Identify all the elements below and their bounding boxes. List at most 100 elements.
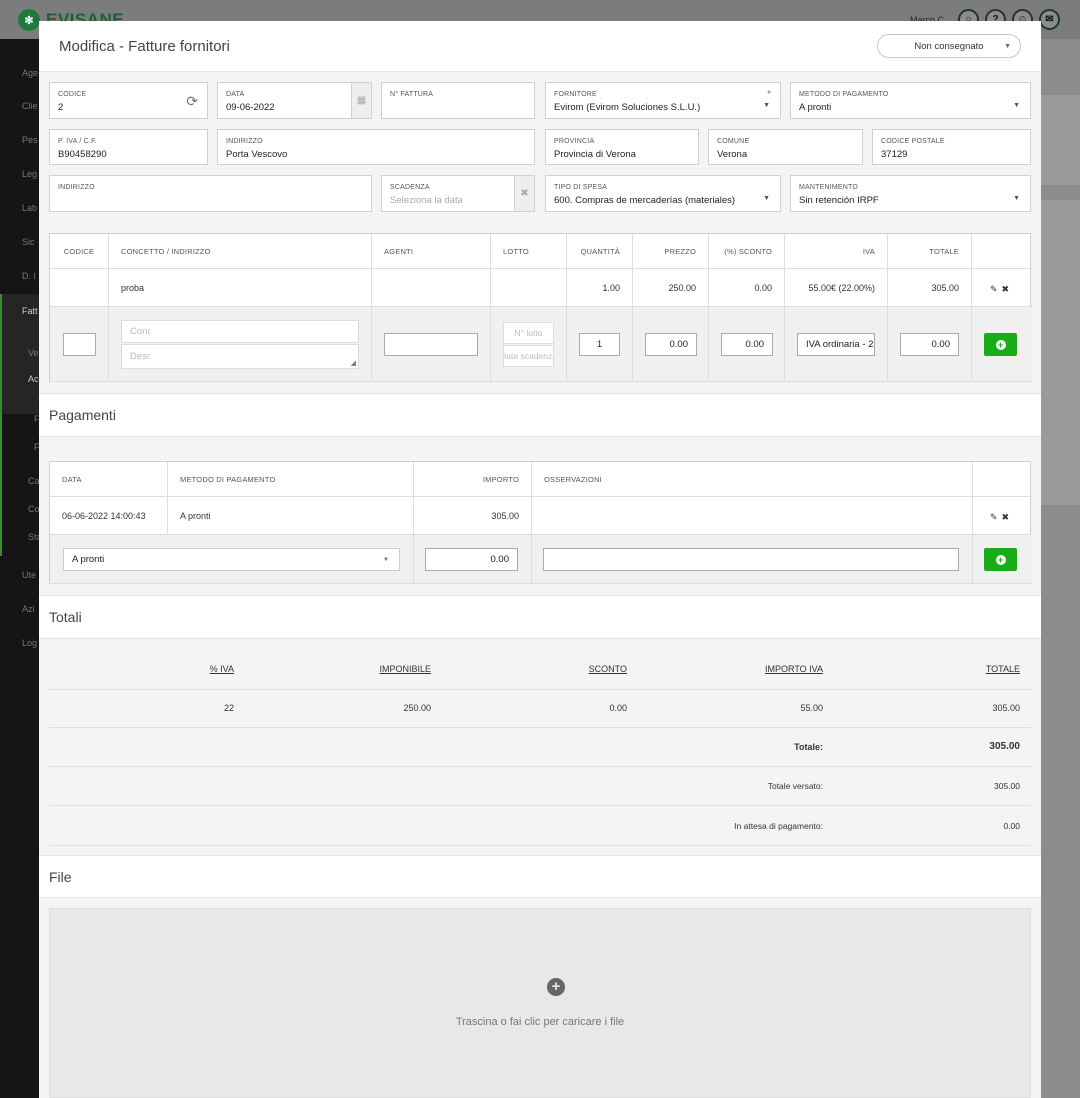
status-select[interactable]: Non consegnato ▼ [877, 34, 1021, 58]
totali-section: Totali [39, 595, 1041, 639]
new-descrizione-input[interactable]: Descrizione◢ [121, 344, 359, 369]
delete-icon[interactable]: ✖ [1002, 284, 1014, 294]
table-cell: 06-06-2022 14:00:43 [50, 497, 168, 535]
totali-table: % IVA IMPONIBILE SCONTO IMPORTO IVA TOTA… [49, 649, 1031, 859]
sidebar-item[interactable]: Clie [22, 101, 39, 111]
table-cell [372, 269, 491, 307]
indirizzo2-field[interactable]: INDIRIZZO [49, 175, 372, 212]
comune-field[interactable]: COMUNE Verona [708, 129, 863, 165]
attesa-row: In attesa di pagamento: 0.00 [49, 806, 1031, 846]
table-cell: 250.00 [633, 269, 709, 307]
file-dropzone[interactable]: + Trascina o fai clic per caricare i fil… [49, 908, 1031, 1098]
sidebar-item[interactable]: Pes [22, 135, 39, 145]
chevron-down-icon: ▼ [1004, 43, 1011, 50]
section-title: Pagamenti [49, 407, 116, 423]
delete-icon[interactable]: ✖ [1002, 512, 1014, 522]
table-row: 22 250.00 0.00 55.00 305.00 [49, 690, 1031, 728]
col-header[interactable]: TOTALE [986, 664, 1020, 674]
new-agenti-input[interactable] [384, 333, 478, 356]
sidebar-item[interactable]: Fatt [22, 306, 39, 316]
new-lotto-input[interactable]: N° lotto [503, 322, 554, 344]
invoice-modal: Modifica - Fatture fornitori Non consegn… [39, 21, 1041, 1098]
file-section: File [39, 855, 1041, 898]
sidebar-item[interactable]: Leg [22, 169, 39, 179]
col-header: METODO DI PAGAMENTO [168, 462, 414, 497]
mantenimento-select[interactable]: MANTENIMENTO Sin retención IRPF ▼ [790, 175, 1031, 212]
new-metodo-select[interactable]: A pronti ▼ [63, 548, 400, 571]
refresh-icon[interactable]: ⟳ [186, 93, 198, 110]
codice-field[interactable]: CODICE 2 ⟳ [49, 82, 208, 119]
table-cell: 1.00 [567, 269, 633, 307]
add-payment-button[interactable]: + [984, 548, 1017, 571]
col-header[interactable]: IMPORTO IVA [765, 664, 823, 674]
table-cell [532, 497, 973, 535]
table-cell: 305.00 [414, 497, 532, 535]
resize-handle-icon[interactable]: ◢ [351, 359, 356, 367]
col-header[interactable]: IMPONIBILE [379, 664, 431, 674]
table-cell: proba [109, 269, 372, 307]
plus-circle-icon: + [995, 339, 1006, 350]
new-sconto-input[interactable]: 0.00 [721, 333, 773, 356]
col-header[interactable]: SCONTO [589, 664, 627, 674]
col-header: CONCETTO / INDIRIZZO [109, 234, 372, 269]
table-cell: 0.00 [709, 269, 785, 307]
col-header: OSSERVAZIONI [532, 462, 973, 497]
sidebar-item[interactable]: Age [22, 68, 39, 78]
new-concetto-input[interactable]: Concetto [121, 320, 359, 343]
new-prezzo-input[interactable]: 0.00 [645, 333, 697, 356]
piva-field[interactable]: P. IVA / C.F. B90458290 [49, 129, 208, 165]
section-title: File [49, 869, 72, 885]
edit-icon[interactable]: ✎ [990, 284, 1002, 294]
cap-field[interactable]: CODICE POSTALE 37129 [872, 129, 1031, 165]
tipo-spesa-select[interactable]: TIPO DI SPESA 600. Compras de mercadería… [545, 175, 781, 212]
sidebar-item[interactable]: Lab [22, 203, 39, 213]
table-cell [50, 269, 109, 307]
totale-value: 305.00 [989, 741, 1020, 752]
new-iva-select[interactable]: IVA ordinaria - 22% [797, 333, 875, 356]
new-osservazioni-input[interactable] [543, 548, 959, 571]
col-header[interactable]: % IVA [210, 664, 234, 674]
edit-icon[interactable]: ✎ [990, 512, 1002, 522]
versato-label: Totale versato: [767, 781, 823, 791]
chat-icon[interactable]: ✉ [1039, 9, 1060, 30]
pagamenti-section: Pagamenti [39, 393, 1041, 437]
nfattura-field[interactable]: N° FATTURA [381, 82, 535, 119]
modal-header: Modifica - Fatture fornitori Non consegn… [39, 21, 1041, 72]
scadenza-field[interactable]: SCADENZA Seleziona la data ✖ [381, 175, 535, 212]
col-header: QUANTITÀ [567, 234, 633, 269]
table-cell: 55.00€ (22.00%) [785, 269, 888, 307]
versato-row: Totale versato: 305.00 [49, 767, 1031, 806]
section-title: Totali [49, 609, 82, 625]
sidebar: Age Clie Pes Leg Lab Sic D. l Fatt Ve Ac… [0, 39, 42, 1098]
sidebar-item[interactable]: Ute [22, 570, 39, 580]
modal-title: Modifica - Fatture fornitori [59, 38, 230, 55]
col-header: PREZZO [633, 234, 709, 269]
attesa-label: In attesa di pagamento: [734, 821, 823, 831]
sidebar-item[interactable]: D. l [22, 271, 39, 281]
sidebar-item[interactable]: Azi [22, 604, 39, 614]
totale-label: Totale: [794, 742, 823, 752]
table-cell [491, 269, 567, 307]
chevron-down-icon: ▼ [1013, 102, 1020, 109]
new-totale-input[interactable]: 0.00 [900, 333, 959, 356]
new-data-scadenza-input[interactable]: Data scadenza [503, 345, 554, 367]
provincia-field[interactable]: PROVINCIA Provincia di Verona [545, 129, 699, 165]
calendar-icon[interactable]: ▦ [351, 83, 371, 118]
metodo-pagamento-select[interactable]: METODO DI PAGAMENTO A pronti ▼ [790, 82, 1031, 119]
new-codice-input[interactable] [63, 333, 96, 356]
add-line-button[interactable]: + [984, 333, 1017, 356]
indirizzo-field[interactable]: INDIRIZZO Porta Vescovo [217, 129, 535, 165]
fornitore-select[interactable]: FORNITORE * Evirom (Evirom Soluciones S.… [545, 82, 781, 119]
sidebar-item[interactable]: Log [22, 638, 39, 648]
col-header: IMPORTO [414, 462, 532, 497]
new-importo-input[interactable]: 0.00 [425, 548, 518, 571]
col-header: AGENTI [372, 234, 491, 269]
new-quantita-input[interactable]: 1 [579, 333, 620, 356]
dropzone-text: Trascina o fai clic per caricare i file [455, 1016, 625, 1028]
clear-icon[interactable]: ✖ [514, 176, 534, 211]
col-header: TOTALE [888, 234, 972, 269]
data-field[interactable]: DATA 09-06-2022 ▦ [217, 82, 372, 119]
sidebar-item[interactable]: Sic [22, 237, 39, 247]
col-header: LOTTO [491, 234, 567, 269]
table-cell: 305.00 [888, 269, 972, 307]
